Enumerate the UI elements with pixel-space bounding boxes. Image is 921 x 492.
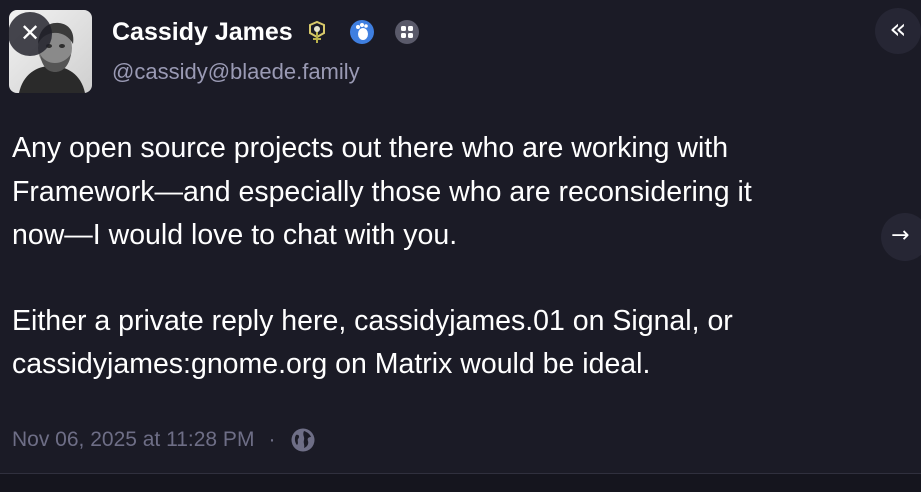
double-chevron-left-icon: « — [889, 12, 907, 45]
author-handle[interactable]: @cassidy@blaede.family — [112, 57, 360, 87]
post-content: Any open source projects out there who a… — [12, 127, 882, 387]
post-paragraph: Any open source projects out there who a… — [12, 132, 752, 251]
globe-icon — [289, 426, 317, 454]
arrow-right-icon: → — [891, 223, 910, 248]
post-timestamp[interactable]: Nov 06, 2025 at 11:28 PM — [12, 428, 254, 452]
post-detail-view: ✕ Cassidy James @cassidy@blaede.family «… — [0, 0, 921, 492]
collapse-button[interactable]: « — [875, 8, 921, 54]
post-paragraph: Either a private reply here, cassidyjame… — [12, 304, 733, 381]
meta-separator: · — [268, 428, 276, 451]
hexagon-emoji-icon — [304, 19, 330, 45]
close-icon: ✕ — [19, 19, 41, 47]
author-display-name[interactable]: Cassidy James — [112, 15, 293, 49]
next-post-button[interactable]: → — [881, 213, 921, 261]
post-meta: Nov 06, 2025 at 11:28 PM · — [12, 423, 317, 457]
app-grid-icon — [394, 19, 420, 45]
gnome-foot-icon — [349, 19, 375, 45]
close-button[interactable]: ✕ — [8, 12, 52, 56]
bottom-bar — [0, 474, 921, 492]
